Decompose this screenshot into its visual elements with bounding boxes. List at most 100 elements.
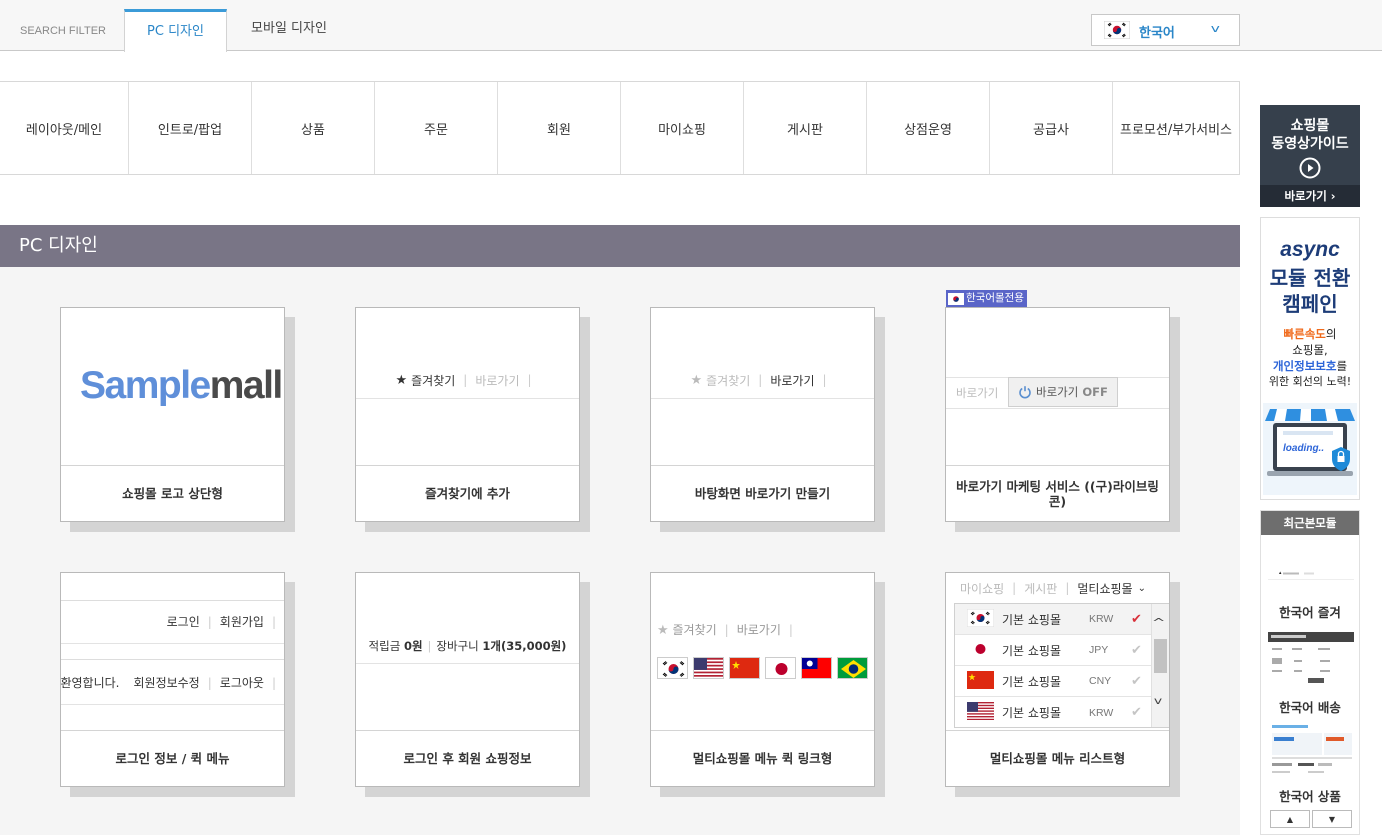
recent-modules-panel: 최근본모듈 한국어 즐겨 한국어 배송 한국어 상품 ▲ ▼ [1260,510,1360,835]
scrollbar-thumb [1154,639,1167,673]
points-value: 0원 [403,639,423,653]
favorite-link: 즐겨찾기 [411,373,456,388]
tab-mobile-design[interactable]: 모바일 디자인 [230,18,348,51]
cart-value: 1개(35,000원) [482,639,567,653]
list-scrollbar: ^ v [1151,604,1169,727]
card-preview: 바로가기 바로가기 OFF [946,308,1169,465]
category-promotion[interactable]: 프로모션/부가서비스 [1113,82,1240,174]
recent-module-label[interactable]: 한국어 즐겨 [1261,602,1359,621]
logout-link: 로그아웃 [219,676,264,690]
welcome-text: 환영합니다. [61,676,120,690]
usa-flag-icon [693,657,724,679]
video-guide-link[interactable]: 바로가기 › [1260,185,1360,207]
star-icon: ★ [657,623,669,638]
power-icon [1019,386,1031,399]
category-store-ops[interactable]: 상점운영 [867,82,990,174]
category-member[interactable]: 회원 [498,82,621,174]
shortcut-off-button: 바로가기 OFF [1008,377,1118,407]
korea-flag-icon [657,657,688,679]
taiwan-flag-icon [801,657,832,679]
card-preview: ★ 즐겨찾기 | 바로가기 | [651,573,874,730]
check-icon: ✔ [1131,642,1142,658]
card-title: 로그인 정보 / 퀵 메뉴 [61,730,284,786]
brazil-flag-icon [837,657,868,679]
shortcut-link: 바로가기 [475,373,520,388]
chevron-down-icon: v [1153,696,1163,707]
module-card-marketing-shortcut[interactable]: 바로가기 바로가기 OFF 바로가기 마케팅 서비스 ((구)라이브링콘) [945,307,1170,522]
points-label: 적립금 [368,639,401,653]
samplemall-logo: Samplemall [80,364,283,407]
card-preview: 마이쇼핑 | 게시판 | 멀티쇼핑몰 ⌄ 기본 쇼핑몰 KRW ✔ 기본 쇼핑몰 JPY … [946,573,1169,730]
top-filter-bar: SEARCH FILTER PC 디자인 모바일 디자인 한국어 v [0,0,1382,52]
chevron-up-icon: ^ [1151,616,1166,629]
check-icon: ✔ [1131,705,1142,720]
cart-label: 장바구니 [436,639,479,653]
module-card-desktop-shortcut[interactable]: ★ 즐겨찾기 | 바로가기 | 바탕화면 바로가기 만들기 [650,307,875,522]
korean-only-badge: 한국어몰전용 [946,290,1027,307]
korea-flag-icon [1103,20,1131,43]
recent-modules-title: 최근본모듈 [1261,511,1359,535]
japan-flag-icon [967,639,994,661]
recent-module-thumbnail[interactable] [1268,632,1354,687]
recent-module-label[interactable]: 한국어 상품 [1261,786,1359,805]
category-order[interactable]: 주문 [375,82,498,174]
category-product[interactable]: 상품 [252,82,375,174]
japan-flag-icon [765,657,796,679]
card-title: 바로가기 마케팅 서비스 ((구)라이브링콘) [946,465,1169,521]
scroll-down-button[interactable]: ▼ [1312,810,1352,828]
module-card-favorite[interactable]: ★ 즐겨찾기 | 바로가기 | 즐겨찾기에 추가 [355,307,580,522]
async-campaign-banner[interactable]: async 모듈 전환 캠페인 빠른속도의 쇼핑몰, 개인정보보호를 위한 회선… [1260,217,1360,500]
category-nav: 레이아웃/메인 인트로/팝업 상품 주문 회원 마이쇼핑 게시판 상점운영 공급… [0,81,1240,175]
usa-flag-icon [967,702,994,723]
shortcut-link: 바로가기 [736,623,781,637]
china-flag-icon [729,657,760,679]
card-title: 로그인 후 회원 쇼핑정보 [356,730,579,786]
search-filter-label: SEARCH FILTER [20,25,106,37]
recent-module-thumbnail[interactable] [1268,555,1354,595]
login-link: 로그인 [166,615,200,629]
category-board[interactable]: 게시판 [744,82,867,174]
module-card-multimall-quick-link[interactable]: ★ 즐겨찾기 | 바로가기 | 멀티쇼핑몰 메뉴 퀵 링크형 [650,572,875,787]
module-card-member-shopping-info[interactable]: 적립금 0원 | 장바구니 1개(35,000원) 로그인 후 회원 쇼핑정보 [355,572,580,787]
chevron-down-icon: v [1210,22,1220,35]
multimall-dropdown: 멀티쇼핑몰 [1077,581,1133,596]
category-supplier[interactable]: 공급사 [990,82,1113,174]
category-intro-popup[interactable]: 인트로/팝업 [129,82,252,174]
card-title: 멀티쇼핑몰 메뉴 퀵 링크형 [651,730,874,786]
video-guide-banner[interactable]: 쇼핑몰 동영상가이드 바로가기 › [1260,105,1360,207]
language-select[interactable]: 한국어 v [1091,14,1240,46]
mall-flag-links [657,657,868,679]
card-preview: ★ 즐겨찾기 | 바로가기 | [356,308,579,465]
category-myshopping[interactable]: 마이쇼핑 [621,82,744,174]
tab-pc-design[interactable]: PC 디자인 [124,9,227,52]
language-label: 한국어 [1139,26,1175,41]
card-title: 쇼핑몰 로고 상단형 [61,465,284,521]
korea-flag-icon [966,608,995,630]
online-store-illustration: loading.. [1263,403,1357,495]
korea-flag-icon [948,292,964,305]
myshop-link: 마이쇼핑 [960,581,1005,596]
board-link: 게시판 [1024,581,1058,596]
card-preview: ★ 즐겨찾기 | 바로가기 | [651,308,874,465]
list-item: 기본 쇼핑몰 CNY ✔ [955,666,1151,697]
card-title: 즐겨찾기에 추가 [356,465,579,521]
module-card-multimall-list[interactable]: 마이쇼핑 | 게시판 | 멀티쇼핑몰 ⌄ 기본 쇼핑몰 KRW ✔ 기본 쇼핑몰 JPY … [945,572,1170,787]
list-item: 기본 쇼핑몰 KRW ✔ [955,697,1151,728]
scroll-up-button[interactable]: ▲ [1270,810,1310,828]
recent-module-thumbnail[interactable] [1268,723,1354,781]
favorite-link: 즐겨찾기 [672,623,717,637]
card-preview: 로그인 | 회원가입 | 환영합니다. 회원정보수정 | 로그아웃 | [61,573,284,730]
china-flag-icon [967,670,994,692]
join-link: 회원가입 [219,615,264,629]
multimall-list: 기본 쇼핑몰 KRW ✔ 기본 쇼핑몰 JPY ✔ 기본 쇼핑몰 CNY ✔ 기… [954,603,1169,728]
check-icon: ✔ [1131,673,1142,689]
module-card-logo[interactable]: Samplemall 쇼핑몰 로고 상단형 [60,307,285,522]
star-icon: ★ [395,372,408,388]
recent-module-label[interactable]: 한국어 배송 [1261,697,1359,716]
card-title: 바탕화면 바로가기 만들기 [651,465,874,521]
section-title: PC 디자인 [0,225,1240,267]
category-layout-main[interactable]: 레이아웃/메인 [0,82,129,174]
card-title: 멀티쇼핑몰 메뉴 리스트형 [946,730,1169,786]
card-preview: Samplemall [61,308,284,465]
module-card-login-quick-menu[interactable]: 로그인 | 회원가입 | 환영합니다. 회원정보수정 | 로그아웃 | 로그인 정보 / 퀵 … [60,572,285,787]
